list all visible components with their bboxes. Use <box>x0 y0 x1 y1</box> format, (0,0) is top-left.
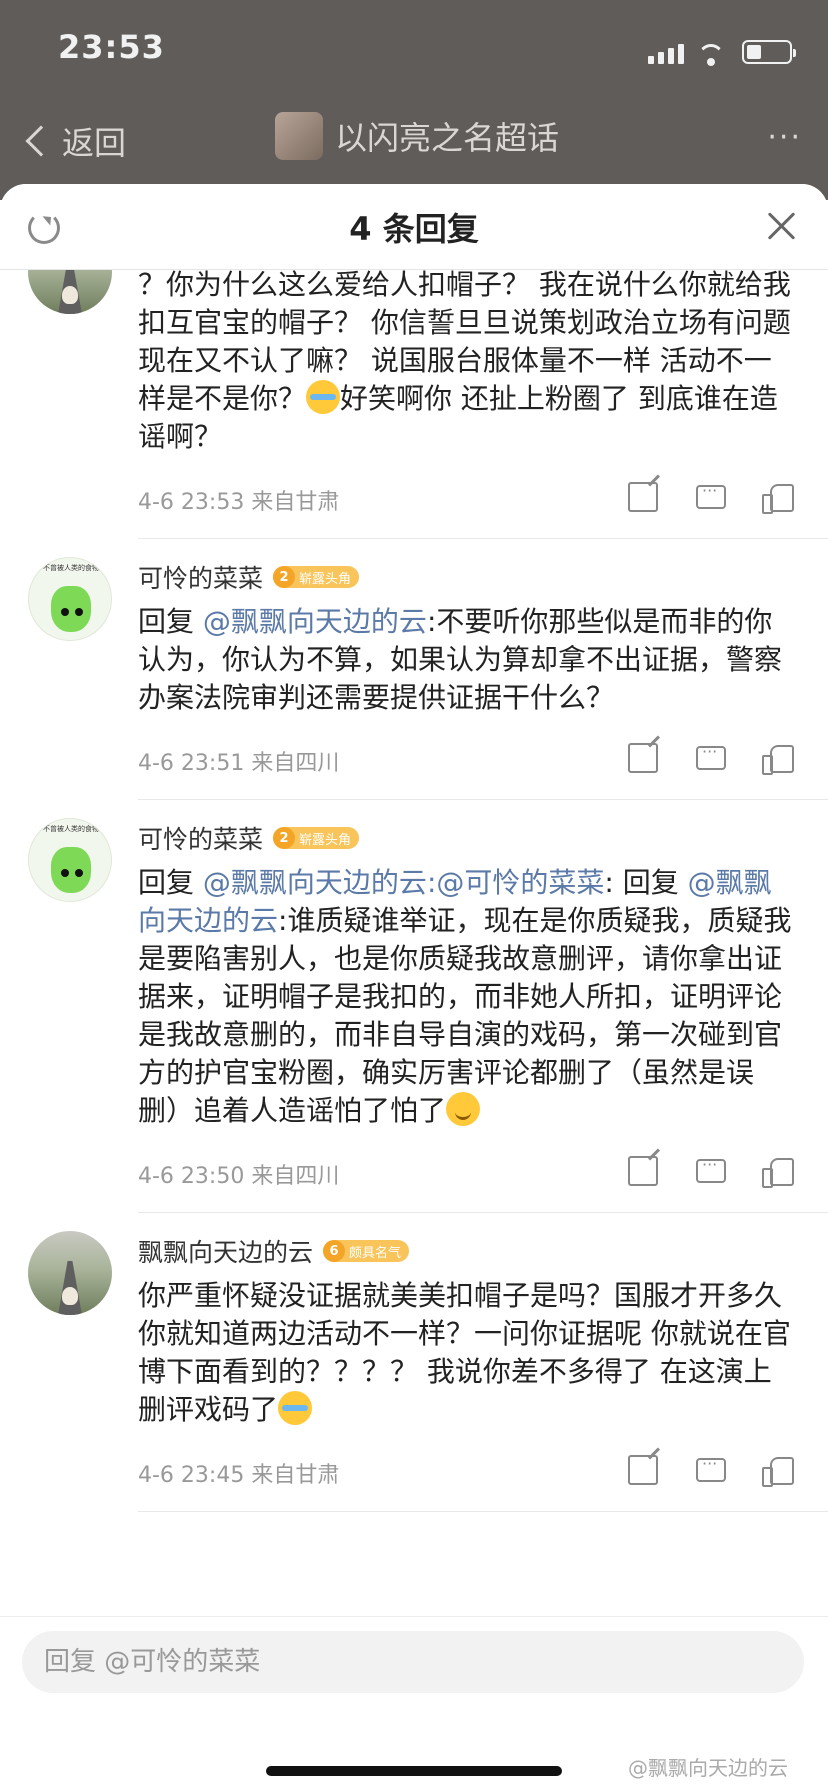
badge-level: 2 <box>273 566 296 588</box>
comment-text: 回复 @飘飘向天边的云:@可怜的菜菜: 回复 @飘飘向天边的云:谁质疑谁举证，现… <box>138 864 794 1130</box>
comment-location: 来自四川 <box>251 751 340 776</box>
more-icon[interactable]: ··· <box>767 120 802 155</box>
signal-icon <box>648 42 684 64</box>
comment-location: 来自四川 <box>251 1164 340 1189</box>
replies-sheet: 4 条回复 ？你为什么这么爱给人扣帽子？ 我在说什么你就给我扣互官宝的帽子？ 你… <box>0 184 828 1792</box>
comment-icon[interactable] <box>696 481 726 509</box>
avatar[interactable] <box>28 1231 112 1315</box>
level-badge: 2 崭露头角 <box>273 566 360 588</box>
reply-prefix: 回复 <box>138 866 195 899</box>
close-icon[interactable] <box>764 208 800 244</box>
comment-location: 来自甘肃 <box>251 1463 340 1488</box>
reply-prefix: : 回复 <box>604 866 688 899</box>
comment-text: 回复 @飘飘向天边的云:不要听你那些似是而非的你认为，你认为不算，如果认为算却拿… <box>138 603 794 717</box>
like-icon[interactable] <box>762 1455 794 1487</box>
comment-footer: 4-6 23:50 来自四川 <box>138 1142 794 1202</box>
home-indicator[interactable] <box>266 1766 562 1776</box>
comment-body: 你严重怀疑没证据就美美扣帽子是吗？国服才开多久你就知道两边活动不一样？一问你证据… <box>138 1279 791 1426</box>
comment-date: 4-6 23:45 <box>138 1463 245 1488</box>
badge-text: 崭露头角 <box>299 832 352 848</box>
reply-list: ？你为什么这么爱给人扣帽子？ 我在说什么你就给我扣互官宝的帽子？ 你信誓旦旦说策… <box>0 230 828 1512</box>
comment-meta: 4-6 23:45 来自甘肃 <box>138 1457 339 1489</box>
like-icon[interactable] <box>762 1156 794 1188</box>
avatar-caption: 不曾被人类的食物 <box>43 564 99 572</box>
list-item: ？你为什么这么爱给人扣帽子？ 我在说什么你就给我扣互官宝的帽子？ 你信誓旦旦说策… <box>0 230 828 539</box>
avatar-caption: 不曾被人类的食物 <box>43 825 99 833</box>
topic-title: 以闪亮之名超话 <box>335 119 560 157</box>
avatar[interactable]: 不曾被人类的食物 <box>28 557 112 641</box>
share-icon[interactable] <box>628 482 658 512</box>
nav-bar: 返回 以闪亮之名超话 ··· <box>0 100 828 180</box>
battery-icon <box>742 40 796 64</box>
comment-date: 4-6 23:51 <box>138 751 245 776</box>
mention-link[interactable]: :@可怜的菜菜 <box>427 866 604 899</box>
badge-level: 6 <box>323 1240 346 1262</box>
topic-avatar <box>275 112 323 160</box>
like-icon[interactable] <box>762 482 794 514</box>
status-time: 23:53 <box>58 28 165 66</box>
badge-level: 2 <box>273 827 296 849</box>
chevron-left-icon <box>25 125 57 157</box>
comment-header: 飘飘向天边的云 6 颇具名气 <box>138 1231 794 1271</box>
share-icon[interactable] <box>628 1156 658 1186</box>
comment-footer: 4-6 23:51 来自四川 <box>138 729 794 789</box>
comment-meta: 4-6 23:51 来自四川 <box>138 745 339 777</box>
back-button[interactable]: 返回 <box>22 118 126 164</box>
crying-laugh-emoji-icon <box>278 1391 313 1425</box>
list-item: 不曾被人类的食物 可怜的菜菜 2 崭露头角 回复 @飘飘向天边的云:不要听你那些似… <box>0 539 828 800</box>
comment-icon[interactable] <box>696 1454 726 1482</box>
comment-meta: 4-6 23:53 来自甘肃 <box>138 484 339 516</box>
comment-icon[interactable] <box>696 742 726 770</box>
like-icon[interactable] <box>762 743 794 775</box>
list-item: 飘飘向天边的云 6 颇具名气 你严重怀疑没证据就美美扣帽子是吗？国服才开多久你就知… <box>0 1213 828 1512</box>
mention-link[interactable]: @飘飘向天边的云 <box>203 605 427 638</box>
smile-emoji-icon <box>446 1092 481 1126</box>
comment-meta: 4-6 23:50 来自四川 <box>138 1158 339 1190</box>
mention-link[interactable]: @飘飘向天边的云 <box>203 866 427 899</box>
user-name[interactable]: 可怜的菜菜 <box>138 559 263 595</box>
sheet-title: 4 条回复 <box>349 210 479 248</box>
level-badge: 2 崭露头角 <box>273 827 360 849</box>
wifi-icon <box>698 44 724 66</box>
divider <box>138 1511 828 1512</box>
share-icon[interactable] <box>628 743 658 773</box>
list-item: 不曾被人类的食物 可怜的菜菜 2 崭露头角 回复 @飘飘向天边的云:@可怜的菜菜:… <box>0 800 828 1213</box>
comment-footer: 4-6 23:53 来自甘肃 <box>138 468 794 528</box>
watermark: @飘飘向天边的云 <box>628 1756 788 1780</box>
comment-footer: 4-6 23:45 来自甘肃 <box>138 1441 794 1501</box>
level-badge: 6 颇具名气 <box>323 1240 410 1262</box>
comment-header: 可怜的菜菜 2 崭露头角 <box>138 818 794 858</box>
comment-date: 4-6 23:53 <box>138 490 245 515</box>
crying-laugh-emoji-icon <box>306 380 341 414</box>
comment-text: 你严重怀疑没证据就美美扣帽子是吗？国服才开多久你就知道两边活动不一样？一问你证据… <box>138 1277 794 1429</box>
comment-date: 4-6 23:50 <box>138 1164 245 1189</box>
badge-text: 颇具名气 <box>349 1245 402 1261</box>
nav-title[interactable]: 以闪亮之名超话 <box>275 112 559 160</box>
reply-prefix: 回复 <box>138 605 195 638</box>
user-name[interactable]: 可怜的菜菜 <box>138 820 263 856</box>
user-name[interactable]: 飘飘向天边的云 <box>138 1233 313 1269</box>
avatar[interactable]: 不曾被人类的食物 <box>28 818 112 902</box>
status-bar: 23:53 <box>0 0 828 100</box>
back-label: 返回 <box>62 124 127 162</box>
comment-location: 来自甘肃 <box>251 490 340 515</box>
comment-header: 可怜的菜菜 2 崭露头角 <box>138 557 794 597</box>
comment-text: ？你为什么这么爱给人扣帽子？ 我在说什么你就给我扣互官宝的帽子？ 你信誓旦旦说策… <box>138 266 794 456</box>
status-icons <box>648 38 796 66</box>
badge-text: 崭露头角 <box>299 571 352 587</box>
reply-input[interactable]: 回复 @可怜的菜菜 <box>22 1631 804 1693</box>
comment-icon[interactable] <box>696 1155 726 1183</box>
sheet-header: 4 条回复 <box>0 184 828 270</box>
share-icon[interactable] <box>628 1455 658 1485</box>
